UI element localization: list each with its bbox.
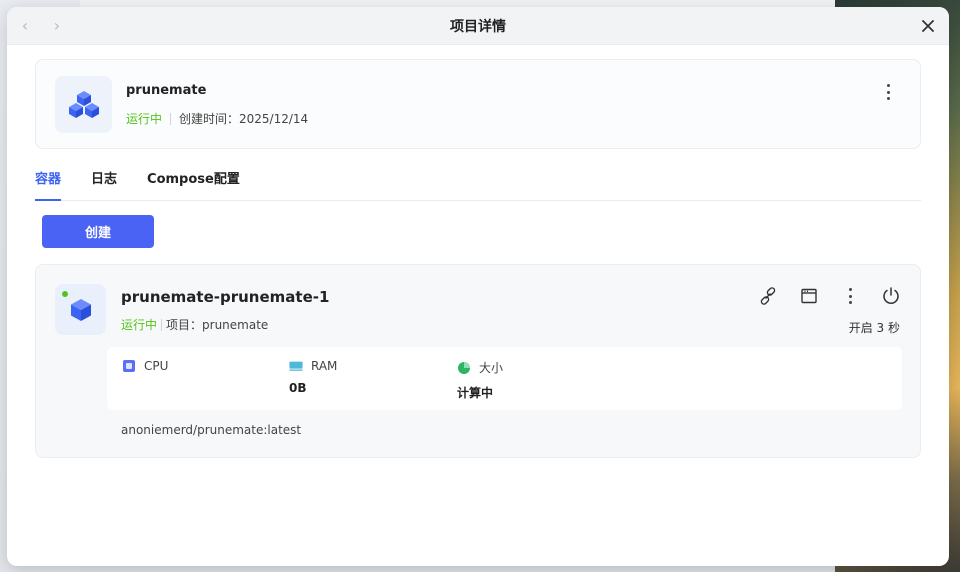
running-dot	[62, 291, 68, 297]
tab-containers[interactable]: 容器	[35, 168, 62, 201]
container-meta: 运行中 项目：prunemate	[121, 316, 268, 333]
pie-chart-icon	[457, 361, 471, 375]
project-detail-window: ‹ › 项目详情 prunemate 运行中 创建时间：2025/12/14 容…	[7, 7, 949, 566]
forward-arrow-icon[interactable]: ›	[47, 16, 67, 36]
container-more-icon[interactable]	[839, 285, 861, 307]
power-icon[interactable]	[880, 285, 902, 307]
container-project: 项目：prunemate	[166, 318, 269, 332]
ram-stat: RAM 0B	[289, 359, 337, 395]
project-created-time: 创建时间：2025/12/14	[179, 112, 309, 126]
container-actions	[738, 285, 902, 307]
create-button[interactable]: 创建	[42, 215, 154, 248]
title-bar: ‹ › 项目详情	[7, 7, 949, 45]
window-icon[interactable]	[798, 285, 820, 307]
size-value: 计算中	[457, 386, 494, 400]
ram-icon	[289, 359, 303, 373]
ram-label: RAM	[311, 359, 338, 373]
container-stats-panel: CPU RAM 0B 大小 计算中	[107, 347, 902, 410]
link-icon[interactable]	[757, 285, 779, 307]
cube-icon	[55, 284, 106, 335]
close-icon[interactable]	[917, 15, 939, 37]
tab-compose-config[interactable]: Compose配置	[147, 168, 240, 200]
tab-bar: 容器 日志 Compose配置	[35, 161, 921, 201]
container-card: prunemate-prunemate-1 运行中 项目：prunemate 开…	[35, 264, 921, 458]
tab-logs[interactable]: 日志	[91, 168, 117, 200]
project-more-icon[interactable]	[880, 82, 896, 102]
container-name: prunemate-prunemate-1	[121, 288, 330, 306]
container-uptime: 开启 3 秒	[848, 321, 900, 335]
cpu-label: CPU	[144, 359, 169, 373]
divider	[170, 112, 172, 125]
cubes-icon	[55, 76, 112, 133]
size-label: 大小	[479, 361, 504, 375]
ram-value: 0B	[289, 381, 307, 395]
container-status: 运行中	[121, 318, 158, 332]
project-summary-card: prunemate 运行中 创建时间：2025/12/14	[35, 59, 921, 149]
cpu-icon	[122, 359, 136, 373]
window-title: 项目详情	[450, 18, 506, 35]
project-name: prunemate	[126, 83, 207, 98]
project-meta: 运行中 创建时间：2025/12/14	[126, 110, 308, 127]
back-arrow-icon[interactable]: ‹	[15, 16, 35, 36]
size-stat: 大小 计算中	[457, 359, 503, 401]
container-image: anoniemerd/prunemate:latest	[121, 423, 302, 437]
cpu-stat: CPU	[122, 359, 168, 373]
project-status: 运行中	[126, 112, 163, 126]
divider	[161, 318, 163, 331]
